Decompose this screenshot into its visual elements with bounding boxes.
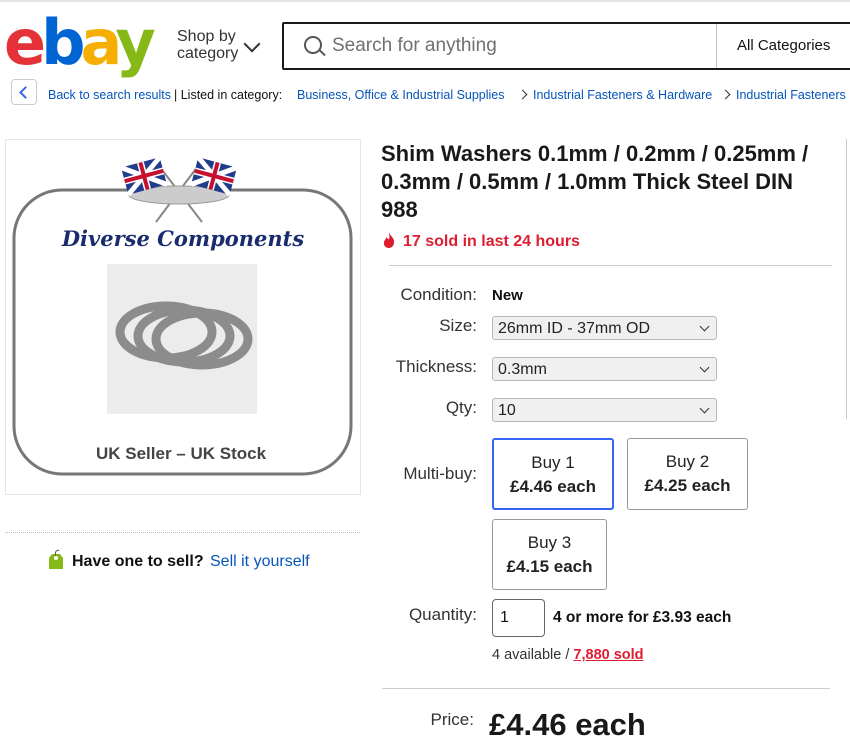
logo-letter-e: e [4, 6, 46, 79]
right-panel-edge [846, 139, 850, 419]
multibuy-qty: Buy 1 [531, 453, 575, 472]
search-input[interactable]: Search for anything [332, 35, 497, 57]
multibuy-price: £4.15 each [506, 557, 593, 576]
size-select[interactable]: 26mm ID - 37mm OD [492, 316, 717, 340]
chevron-down-icon[interactable] [243, 35, 261, 53]
shop-by-line2: category [177, 45, 239, 62]
search-icon [304, 36, 322, 54]
multibuy-price: £4.46 each [509, 477, 596, 496]
product-photo [12, 155, 353, 476]
size-select-value: 26mm ID - 37mm OD [498, 320, 651, 337]
qty-label: Qty: [445, 398, 477, 417]
condition-value: New [492, 287, 523, 304]
divider [382, 688, 830, 689]
qty-select-value: 10 [498, 402, 516, 419]
breadcrumb-item-industrial-fasteners-hardware[interactable]: Industrial Fasteners & Hardware [533, 88, 712, 102]
brand-text: Diverse Components [61, 226, 305, 251]
condition-label: Condition: [400, 285, 477, 304]
price-tag-icon [49, 549, 63, 569]
union-flag-icon [120, 155, 238, 223]
back-to-search-link[interactable]: Back to search results [48, 88, 171, 102]
divider [5, 532, 360, 533]
chevron-right-icon [720, 89, 731, 100]
chevron-down-icon [699, 362, 710, 373]
category-select[interactable]: All Categories [737, 37, 830, 54]
quantity-label: Quantity: [408, 605, 477, 624]
qty-select[interactable]: 10 [492, 398, 717, 422]
multibuy-qty: Buy 2 [665, 452, 710, 471]
product-image[interactable]: Diverse Components UK Seller – UK Stock [5, 139, 361, 495]
chevron-down-icon [699, 403, 710, 414]
size-label: Size: [439, 316, 477, 335]
quantity-discount-note: 4 or more for £3.93 each [553, 609, 732, 626]
price-value: £4.46 each [489, 707, 646, 742]
shop-by-line1: Shop by [177, 28, 236, 45]
logo-letter-y: y [115, 6, 155, 79]
thickness-label: Thickness: [395, 357, 477, 376]
multibuy-option-2[interactable]: Buy 2 £4.25 each [627, 438, 748, 510]
sold-count-link[interactable]: 7,880 sold [573, 647, 643, 663]
search-divider [716, 24, 717, 68]
divider [389, 265, 832, 266]
sold-recent-badge: 17 sold in last 24 hours [403, 233, 580, 250]
available-count: 4 available / [492, 647, 570, 663]
sell-it-yourself-link[interactable]: Sell it yourself [210, 553, 310, 571]
quantity-input[interactable]: 1 [492, 599, 545, 637]
chevron-down-icon [699, 321, 710, 332]
multibuy-qty: Buy 3 [527, 533, 572, 552]
breadcrumb-item-business[interactable]: Business, Office & Industrial Supplies [297, 88, 505, 102]
ebay-logo[interactable]: ebay [4, 12, 156, 74]
thickness-select[interactable]: 0.3mm [492, 357, 717, 381]
availability-text: 4 available / 7,880 sold [492, 647, 644, 663]
sell-question: Have one to sell? [72, 553, 204, 570]
multibuy-option-3[interactable]: Buy 3 £4.15 each [492, 519, 607, 590]
chevron-right-icon [517, 89, 528, 100]
logo-letter-b: b [41, 6, 85, 79]
price-label: Price: [430, 710, 474, 729]
multibuy-option-1[interactable]: Buy 1 £4.46 each [492, 438, 614, 510]
back-button[interactable] [11, 79, 37, 105]
image-footer-text: UK Seller – UK Stock [95, 444, 267, 463]
multibuy-label: Multi-buy: [403, 464, 477, 483]
fire-icon [383, 232, 395, 248]
breadcrumb-item-industrial-fasteners[interactable]: Industrial Fasteners [736, 88, 846, 102]
product-title: Shim Washers 0.1mm / 0.2mm / 0.25mm / 0.… [381, 141, 809, 222]
logo-letter-a: a [80, 6, 120, 79]
thickness-select-value: 0.3mm [498, 361, 547, 378]
top-border [0, 0, 850, 2]
multibuy-price: £4.25 each [644, 476, 731, 495]
listed-in-label: | Listed in category: [174, 88, 283, 102]
shop-by-category-button[interactable]: Shop by category [177, 28, 238, 62]
